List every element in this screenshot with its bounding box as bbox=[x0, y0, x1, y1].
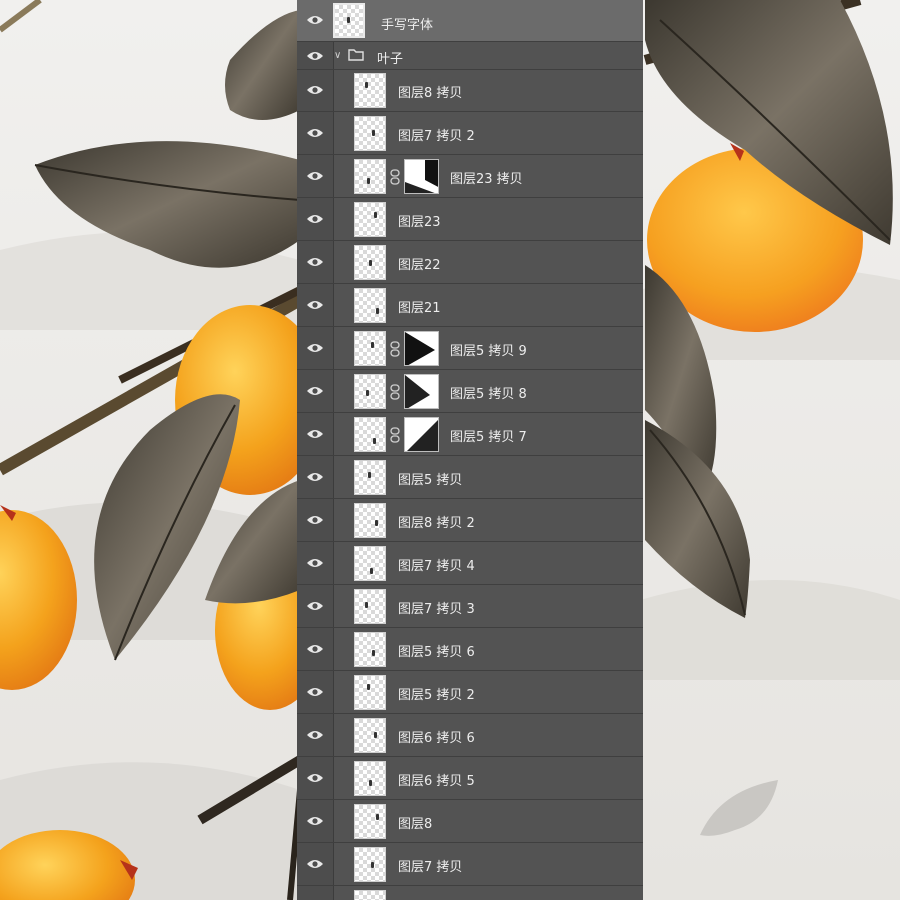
eye-icon[interactable] bbox=[306, 50, 324, 62]
layer-row[interactable]: 图层7 拷贝 4 bbox=[297, 543, 643, 585]
eye-icon[interactable] bbox=[306, 385, 324, 397]
layer-row-handwriting[interactable]: 手写字体 bbox=[297, 0, 643, 42]
layer-row[interactable]: 图层7 拷贝 2 bbox=[297, 113, 643, 155]
eye-icon[interactable] bbox=[306, 686, 324, 698]
layer-row[interactable]: 图层8 拷贝 2 bbox=[297, 500, 643, 542]
layer-row[interactable]: 图层7 拷贝 3 bbox=[297, 586, 643, 628]
layer-thumbnail bbox=[354, 245, 386, 280]
folder-icon bbox=[348, 49, 364, 61]
layer-row[interactable]: 图层8 拷贝 bbox=[297, 70, 643, 112]
layer-name: 图层5 拷贝 6 bbox=[398, 645, 475, 660]
eye-icon[interactable] bbox=[306, 428, 324, 440]
layer-name: 图层5 拷贝 9 bbox=[450, 344, 527, 359]
layer-row[interactable]: 图层5 拷贝 2 bbox=[297, 672, 643, 714]
layer-name: 图层5 拷贝 7 bbox=[450, 430, 527, 445]
layer-row[interactable]: 图层22 bbox=[297, 242, 643, 284]
eye-icon[interactable] bbox=[306, 213, 324, 225]
layers-panel: 手写字体 ∨ 叶子 图层8 拷贝 图层7 拷贝 2 图层23 拷贝图层23 图层22 图… bbox=[297, 0, 643, 900]
eye-icon[interactable] bbox=[306, 514, 324, 526]
eye-icon[interactable] bbox=[306, 256, 324, 268]
layer-row[interactable]: 图层23 拷贝 bbox=[297, 156, 643, 198]
layer-thumbnail bbox=[354, 374, 386, 409]
layer-name: 图层22 bbox=[398, 258, 441, 273]
layer-group-leaves[interactable]: ∨ 叶子 bbox=[297, 42, 643, 70]
layer-thumbnail bbox=[333, 3, 365, 38]
link-icon[interactable] bbox=[390, 169, 400, 185]
layer-name: 图层6 拷贝 6 bbox=[398, 731, 475, 746]
eye-icon[interactable] bbox=[306, 557, 324, 569]
eye-icon[interactable] bbox=[306, 772, 324, 784]
eye-icon[interactable] bbox=[306, 643, 324, 655]
link-icon[interactable] bbox=[390, 384, 400, 400]
chevron-down-icon[interactable]: ∨ bbox=[334, 50, 341, 61]
layer-row[interactable]: 图层5 拷贝 9 bbox=[297, 328, 643, 370]
layer-thumbnail bbox=[354, 675, 386, 710]
link-icon[interactable] bbox=[390, 427, 400, 443]
layer-mask-thumbnail[interactable] bbox=[404, 417, 439, 452]
layer-name: 图层5 拷贝 bbox=[398, 473, 463, 488]
eye-icon[interactable] bbox=[306, 729, 324, 741]
layer-row[interactable]: 图层23 bbox=[297, 199, 643, 241]
layer-name: 图层7 拷贝 4 bbox=[398, 559, 475, 574]
layer-name: 手写字体 bbox=[381, 18, 434, 33]
layer-thumbnail bbox=[354, 546, 386, 581]
layer-row[interactable]: 图层7 拷贝 bbox=[297, 844, 643, 886]
eye-icon[interactable] bbox=[306, 600, 324, 612]
layer-thumbnail bbox=[354, 73, 386, 108]
layer-name: 图层5 拷贝 8 bbox=[450, 387, 527, 402]
layer-row-partial[interactable] bbox=[297, 887, 643, 900]
layer-name: 图层23 bbox=[398, 215, 441, 230]
layer-name: 图层7 拷贝 3 bbox=[398, 602, 475, 617]
layer-name: 图层7 拷贝 2 bbox=[398, 129, 475, 144]
layer-name: 图层8 bbox=[398, 817, 433, 832]
layer-name: 图层8 拷贝 2 bbox=[398, 516, 475, 531]
layer-thumbnail bbox=[354, 589, 386, 624]
layer-thumbnail bbox=[354, 718, 386, 753]
layer-thumbnail bbox=[354, 503, 386, 538]
layer-thumbnail bbox=[354, 460, 386, 495]
layer-thumbnail bbox=[354, 632, 386, 667]
group-name: 叶子 bbox=[377, 52, 404, 67]
eye-icon[interactable] bbox=[306, 127, 324, 139]
layer-thumbnail bbox=[354, 417, 386, 452]
layer-thumbnail bbox=[354, 847, 386, 882]
eye-icon[interactable] bbox=[306, 471, 324, 483]
layer-name: 图层21 bbox=[398, 301, 441, 316]
eye-icon[interactable] bbox=[306, 815, 324, 827]
layer-row[interactable]: 图层5 拷贝 6 bbox=[297, 629, 643, 671]
layer-name: 图层8 拷贝 bbox=[398, 86, 463, 101]
eye-icon[interactable] bbox=[306, 858, 324, 870]
layer-row[interactable]: 图层6 拷贝 5 bbox=[297, 758, 643, 800]
layer-thumbnail bbox=[354, 159, 386, 194]
layer-row[interactable]: 图层6 拷贝 6 bbox=[297, 715, 643, 757]
layer-mask-thumbnail[interactable] bbox=[404, 331, 439, 366]
layer-name: 图层7 拷贝 bbox=[398, 860, 463, 875]
layer-thumbnail bbox=[354, 202, 386, 237]
layer-thumbnail bbox=[354, 890, 386, 900]
layer-row[interactable]: 图层5 拷贝 bbox=[297, 457, 643, 499]
layer-row[interactable]: 图层21 bbox=[297, 285, 643, 327]
link-icon[interactable] bbox=[390, 341, 400, 357]
layer-thumbnail bbox=[354, 331, 386, 366]
layer-thumbnail bbox=[354, 804, 386, 839]
layer-name: 图层23 拷贝 bbox=[450, 172, 523, 187]
layer-row[interactable]: 图层5 拷贝 7 bbox=[297, 414, 643, 456]
eye-icon[interactable] bbox=[306, 14, 324, 26]
eye-icon[interactable] bbox=[306, 170, 324, 182]
eye-icon[interactable] bbox=[306, 84, 324, 96]
layer-row[interactable]: 图层5 拷贝 8 bbox=[297, 371, 643, 413]
layer-mask-thumbnail[interactable] bbox=[404, 159, 439, 194]
eye-icon[interactable] bbox=[306, 299, 324, 311]
layer-name: 图层5 拷贝 2 bbox=[398, 688, 475, 703]
eye-icon[interactable] bbox=[306, 342, 324, 354]
layer-thumbnail bbox=[354, 761, 386, 796]
layer-thumbnail bbox=[354, 116, 386, 151]
layer-row[interactable]: 图层8 bbox=[297, 801, 643, 843]
layer-name: 图层6 拷贝 5 bbox=[398, 774, 475, 789]
layer-thumbnail bbox=[354, 288, 386, 323]
layer-mask-thumbnail[interactable] bbox=[404, 374, 439, 409]
